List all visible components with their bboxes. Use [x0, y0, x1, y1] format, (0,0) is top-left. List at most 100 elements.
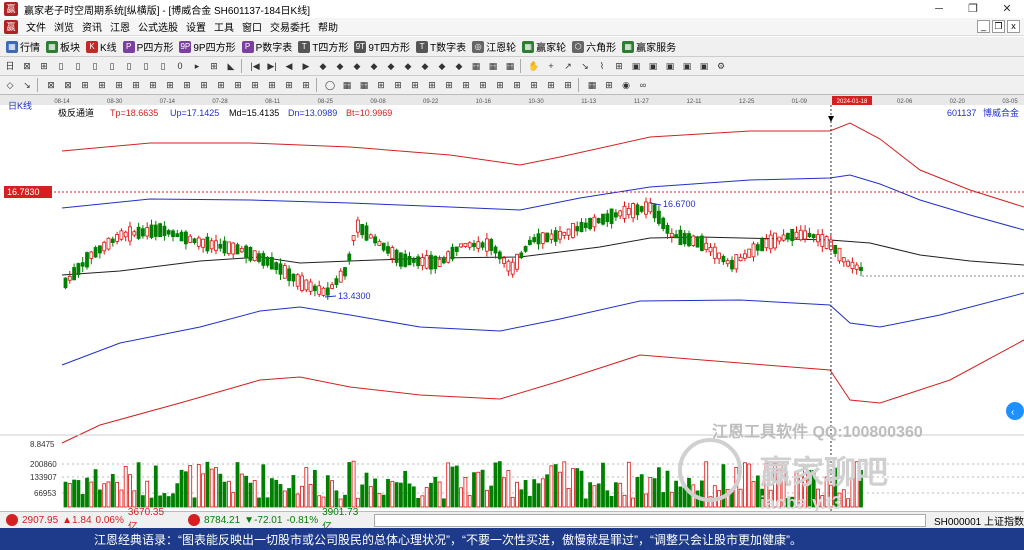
side-panel-toggle-button[interactable]	[1006, 402, 1024, 420]
analysis-tool-icon[interactable]: ⊞	[265, 78, 279, 92]
analysis-tool-icon[interactable]: ∞	[636, 78, 650, 92]
drawing-tool-icon[interactable]: ⚙	[714, 59, 728, 73]
toolbar-hexagon-button[interactable]: ⬡ 六角形	[572, 39, 616, 54]
menu-browse[interactable]: 浏览	[54, 19, 74, 34]
menu-news[interactable]: 资讯	[82, 19, 102, 34]
drawing-tool-icon[interactable]: ▣	[663, 59, 677, 73]
drawing-tool-icon[interactable]: ▶|	[265, 59, 279, 73]
menu-window[interactable]: 窗口	[242, 19, 262, 34]
analysis-tool-icon[interactable]: ⊠	[61, 78, 75, 92]
drawing-tool-icon[interactable]: ▣	[646, 59, 660, 73]
minimize-button[interactable]: ─	[922, 0, 956, 18]
analysis-tool-icon[interactable]: ▦	[357, 78, 371, 92]
analysis-tool-icon[interactable]: ⊞	[163, 78, 177, 92]
menu-settings[interactable]: 设置	[186, 19, 206, 34]
toolbar-t-table-button[interactable]: T T数字表	[416, 39, 466, 54]
analysis-tool-icon[interactable]: ◇	[3, 78, 17, 92]
toolbar-9t-square-button[interactable]: 9T 9T四方形	[354, 39, 410, 54]
horizontal-scrollbar[interactable]	[374, 513, 926, 527]
drawing-tool-icon[interactable]: ⊞	[207, 59, 221, 73]
drawing-tool-icon[interactable]: 日	[3, 59, 17, 73]
analysis-tool-icon[interactable]: ↘	[20, 78, 34, 92]
drawing-tool-icon[interactable]: ◆	[333, 59, 347, 73]
toolbar-p-square-button[interactable]: P P四方形	[122, 39, 173, 54]
drawing-tool-icon[interactable]: ◆	[384, 59, 398, 73]
analysis-tool-icon[interactable]: ◯	[323, 78, 337, 92]
drawing-tool-icon[interactable]: ▯	[54, 59, 68, 73]
analysis-tool-icon[interactable]: ⊞	[442, 78, 456, 92]
drawing-tool-icon[interactable]: ▣	[629, 59, 643, 73]
analysis-tool-icon[interactable]: ⊞	[146, 78, 160, 92]
analysis-tool-icon[interactable]: ⊞	[459, 78, 473, 92]
toolbar-p-table-button[interactable]: P P数字表	[241, 39, 292, 54]
toolbar-service-button[interactable]: ▦ 赢家服务	[622, 39, 676, 54]
mdi-restore-button[interactable]: ❐	[992, 20, 1005, 33]
analysis-tool-icon[interactable]: ⊞	[602, 78, 616, 92]
toolbar-kline-button[interactable]: K K线	[86, 39, 117, 54]
mdi-close-button[interactable]: x	[1007, 20, 1020, 33]
drawing-tool-icon[interactable]: ✋	[527, 59, 541, 73]
menu-trade[interactable]: 交易委托	[270, 19, 310, 34]
toolbar-grid-button[interactable]: ▦ 行情	[6, 39, 40, 54]
drawing-tool-icon[interactable]: ▯	[122, 59, 136, 73]
analysis-tool-icon[interactable]: ⊞	[391, 78, 405, 92]
menu-help[interactable]: 帮助	[318, 19, 338, 34]
toolbar-blocks-button[interactable]: ▦ 板块	[46, 39, 80, 54]
analysis-tool-icon[interactable]: ⊞	[299, 78, 313, 92]
drawing-tool-icon[interactable]: ▯	[88, 59, 102, 73]
drawing-tool-icon[interactable]: ◆	[316, 59, 330, 73]
drawing-tool-icon[interactable]: ⊠	[20, 59, 34, 73]
analysis-tool-icon[interactable]: ▦	[585, 78, 599, 92]
drawing-tool-icon[interactable]: ▯	[139, 59, 153, 73]
menu-file[interactable]: 文件	[26, 19, 46, 34]
drawing-tool-icon[interactable]: 0	[173, 59, 187, 73]
analysis-tool-icon[interactable]: ◉	[619, 78, 633, 92]
index2-value[interactable]: 8784.21	[204, 515, 240, 526]
analysis-tool-icon[interactable]: ⊞	[374, 78, 388, 92]
analysis-tool-icon[interactable]: ⊞	[214, 78, 228, 92]
analysis-tool-icon[interactable]: ⊞	[129, 78, 143, 92]
analysis-tool-icon[interactable]: ⊞	[408, 78, 422, 92]
analysis-tool-icon[interactable]: ▦	[340, 78, 354, 92]
analysis-tool-icon[interactable]: ⊞	[248, 78, 262, 92]
drawing-tool-icon[interactable]: +	[544, 59, 558, 73]
drawing-tool-icon[interactable]: |◀	[248, 59, 262, 73]
analysis-tool-icon[interactable]: ⊞	[510, 78, 524, 92]
drawing-tool-icon[interactable]: ▣	[697, 59, 711, 73]
analysis-tool-icon[interactable]: ⊞	[78, 78, 92, 92]
menu-formula[interactable]: 公式选股	[138, 19, 178, 34]
drawing-tool-icon[interactable]: ⌇	[595, 59, 609, 73]
drawing-tool-icon[interactable]: ▦	[503, 59, 517, 73]
maximize-button[interactable]: ❐	[956, 0, 990, 18]
drawing-tool-icon[interactable]: ▦	[469, 59, 483, 73]
drawing-tool-icon[interactable]: ↗	[561, 59, 575, 73]
mdi-minimize-button[interactable]: _	[977, 20, 990, 33]
drawing-tool-icon[interactable]: ◆	[350, 59, 364, 73]
drawing-tool-icon[interactable]: ◆	[418, 59, 432, 73]
drawing-tool-icon[interactable]: ⊞	[612, 59, 626, 73]
drawing-tool-icon[interactable]: ▦	[486, 59, 500, 73]
drawing-tool-icon[interactable]: ◀	[282, 59, 296, 73]
menu-tools[interactable]: 工具	[214, 19, 234, 34]
close-button[interactable]: ✕	[990, 0, 1024, 18]
analysis-tool-icon[interactable]: ⊞	[197, 78, 211, 92]
analysis-tool-icon[interactable]: ⊞	[493, 78, 507, 92]
analysis-tool-icon[interactable]: ⊞	[180, 78, 194, 92]
analysis-tool-icon[interactable]: ⊞	[95, 78, 109, 92]
analysis-tool-icon[interactable]: ⊞	[561, 78, 575, 92]
drawing-tool-icon[interactable]: ▯	[156, 59, 170, 73]
drawing-tool-icon[interactable]: ◣	[224, 59, 238, 73]
index1-value[interactable]: 2907.95	[22, 515, 58, 526]
kline-chart-area[interactable]: 08-14 08-30 07-14 07-28 08-11 08-25 09-08 09-22…	[0, 95, 1024, 513]
analysis-tool-icon[interactable]: ⊠	[44, 78, 58, 92]
analysis-tool-icon[interactable]: ⊞	[282, 78, 296, 92]
menu-gann[interactable]: 江恩	[110, 19, 130, 34]
drawing-tool-icon[interactable]: ◆	[435, 59, 449, 73]
drawing-tool-icon[interactable]: ◆	[401, 59, 415, 73]
drawing-tool-icon[interactable]: ▣	[680, 59, 694, 73]
toolbar-gann-wheel-button[interactable]: ◎ 江恩轮	[472, 39, 516, 54]
analysis-tool-icon[interactable]: ⊞	[527, 78, 541, 92]
kline-chart[interactable]: 08-14 08-30 07-14 07-28 08-11 08-25 09-08 09-22…	[0, 95, 1024, 513]
drawing-tool-icon[interactable]: ▶	[299, 59, 313, 73]
toolbar-winner-wheel-button[interactable]: ▦ 赢家轮	[522, 39, 566, 54]
